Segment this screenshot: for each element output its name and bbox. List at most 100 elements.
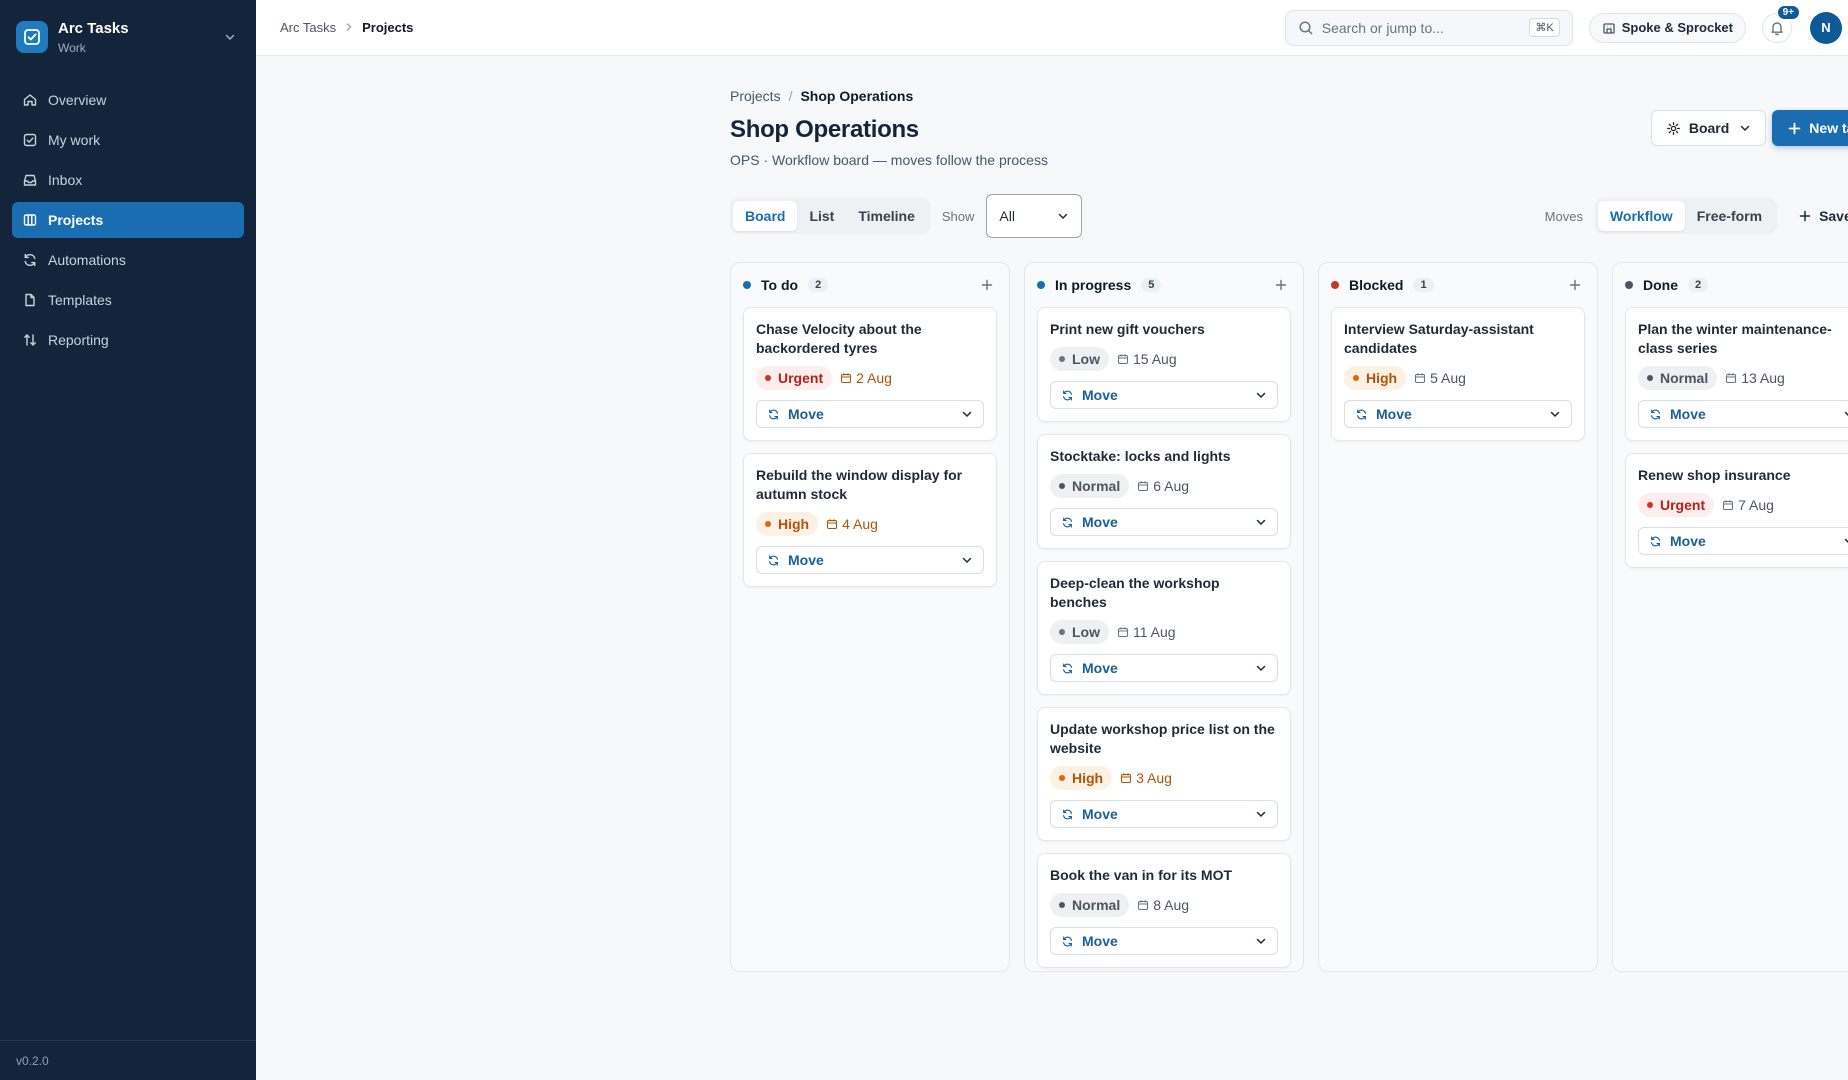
task-card[interactable]: Print new gift vouchers Low 15 Aug Move	[1037, 307, 1291, 422]
notifications-button[interactable]: 9+	[1762, 3, 1801, 43]
calendar-icon	[841, 373, 852, 384]
sidebar-item-automations[interactable]: Automations	[12, 242, 244, 278]
show-filter-value: All	[999, 208, 1015, 224]
move-label: Move	[1082, 806, 1118, 822]
priority-label: Normal	[1072, 897, 1121, 913]
app-name: Arc Tasks	[58, 19, 129, 37]
due-date-label: 6 Aug	[1153, 478, 1190, 494]
save-view-button[interactable]: Save view	[1799, 208, 1848, 224]
task-card[interactable]: Update workshop price list on the websit…	[1037, 707, 1291, 841]
move-task-select[interactable]: Move	[756, 400, 984, 428]
move-task-select[interactable]: Move	[1344, 400, 1572, 428]
due-date: 7 Aug	[1722, 497, 1774, 513]
due-date: 11 Aug	[1117, 624, 1176, 640]
sidebar-item-my-work[interactable]: My work	[12, 122, 244, 158]
move-label: Move	[788, 552, 824, 568]
task-card[interactable]: Interview Saturday-assistant candidates H…	[1331, 307, 1585, 441]
search-input[interactable]: Search or jump to... ⌘K	[1284, 9, 1573, 46]
page-breadcrumb: Projects / Shop Operations	[730, 88, 1048, 104]
sidebar-item-inbox[interactable]: Inbox	[12, 162, 244, 198]
chevron-down-icon[interactable]	[220, 27, 240, 47]
sidebar-item-label: Projects	[48, 212, 104, 228]
app-logo-icon	[16, 21, 48, 53]
add-task-icon[interactable]	[1565, 275, 1585, 295]
view-settings-button[interactable]: Board	[1650, 110, 1767, 146]
priority-dot	[765, 521, 771, 527]
chevron-down-icon	[1256, 665, 1266, 672]
move-task-select[interactable]: Move	[1638, 400, 1848, 428]
avatar[interactable]: N	[1810, 11, 1842, 44]
new-task-button[interactable]: New task	[1772, 110, 1848, 146]
priority-badge: High	[1344, 366, 1407, 390]
sidebar-item-overview[interactable]: Overview	[12, 82, 244, 118]
refresh-icon	[1063, 935, 1072, 947]
priority-dot	[1647, 502, 1653, 508]
org-switcher-button[interactable]: Spoke & Sprocket	[1588, 12, 1746, 43]
plus-icon	[1799, 210, 1811, 222]
column-header: To do 2	[743, 263, 997, 307]
task-card[interactable]: Renew shop insurance Urgent 7 Aug Move	[1625, 453, 1848, 568]
sidebar-nav: Overview My work Inbox Projects Automations T…	[0, 74, 256, 370]
refresh-icon	[1063, 516, 1072, 528]
task-card[interactable]: Stocktake: locks and lights Normal 6 Aug Mo…	[1037, 434, 1291, 549]
task-title: Renew shop insurance	[1638, 467, 1791, 483]
sidebar-item-projects[interactable]: Projects	[12, 202, 244, 238]
move-task-select[interactable]: Move	[1050, 654, 1278, 682]
priority-dot	[1059, 775, 1065, 781]
workspace-switcher[interactable]: Arc Tasks Work	[0, 0, 256, 74]
breadcrumb-item-app[interactable]: Arc Tasks	[280, 20, 336, 35]
checkbox-icon	[23, 133, 37, 147]
column-title: To do	[761, 277, 799, 293]
priority-dot	[1059, 902, 1065, 908]
sort-icon	[24, 334, 36, 346]
task-card[interactable]: Deep-clean the workshop benches Low 11 Aug…	[1037, 561, 1291, 695]
column-title: Blocked	[1349, 277, 1404, 293]
task-card[interactable]: Rebuild the window display for autumn st…	[743, 453, 997, 587]
tab-list[interactable]: List	[797, 201, 846, 231]
priority-label: High	[1366, 370, 1398, 386]
add-task-icon[interactable]	[977, 275, 997, 295]
board-column-done: Done 2 Plan the winter maintenance-class s…	[1612, 262, 1848, 972]
move-label: Move	[1082, 514, 1118, 530]
move-task-select[interactable]: Move	[1638, 527, 1848, 555]
kanban-board: To do 2 Chase Velocity about the backorder…	[730, 262, 1848, 972]
sidebar-item-label: Inbox	[48, 172, 83, 188]
due-date: 3 Aug	[1120, 770, 1172, 786]
sidebar-item-reporting[interactable]: Reporting	[12, 322, 244, 358]
tab-board[interactable]: Board	[733, 201, 798, 231]
task-title: Plan the winter maintenance-class series	[1638, 321, 1832, 356]
tab-timeline[interactable]: Timeline	[846, 201, 927, 231]
chevron-down-icon	[1844, 538, 1848, 544]
priority-badge: Normal	[1638, 366, 1718, 390]
add-task-icon[interactable]	[1271, 275, 1291, 295]
moves-mode-free-form[interactable]: Free-form	[1685, 201, 1774, 231]
move-task-select[interactable]: Move	[756, 546, 984, 574]
show-filter-select[interactable]: All	[986, 194, 1083, 238]
task-card[interactable]: Chase Velocity about the backordered tyr…	[743, 307, 997, 441]
move-task-select[interactable]: Move	[1050, 927, 1278, 955]
priority-dot	[1647, 375, 1653, 381]
task-card[interactable]: Plan the winter maintenance-class series…	[1625, 307, 1848, 441]
task-title: Deep-clean the workshop benches	[1050, 575, 1220, 610]
board-column-in-progress: In progress 5 Print new gift vouchers Low 15…	[1024, 262, 1304, 972]
move-task-select[interactable]: Move	[1050, 508, 1278, 536]
search-shortcut: ⌘K	[1529, 18, 1560, 37]
move-label: Move	[1670, 406, 1706, 422]
new-task-label: New task	[1809, 120, 1848, 136]
calendar-icon	[1117, 354, 1129, 365]
refresh-icon	[1063, 808, 1072, 820]
sidebar-item-templates[interactable]: Templates	[12, 282, 244, 318]
breadcrumb-separator: /	[788, 88, 793, 104]
task-card[interactable]: Book the van in for its MOT Normal 8 Aug Mo…	[1037, 853, 1291, 968]
breadcrumb-item-current: Projects	[362, 20, 414, 35]
column-header: Blocked 1	[1331, 263, 1585, 307]
moves-mode-workflow[interactable]: Workflow	[1597, 201, 1685, 231]
board-column-to-do: To do 2 Chase Velocity about the backorder…	[730, 262, 1010, 972]
priority-badge: Normal	[1050, 893, 1130, 917]
move-task-select[interactable]: Move	[1050, 800, 1278, 828]
calendar-icon	[1138, 481, 1149, 492]
due-date: 6 Aug	[1137, 478, 1189, 494]
topbar: Arc Tasks Projects Search or jump to... …	[256, 0, 1848, 56]
move-task-select[interactable]: Move	[1050, 381, 1278, 409]
breadcrumb-item-projects[interactable]: Projects	[730, 88, 781, 104]
